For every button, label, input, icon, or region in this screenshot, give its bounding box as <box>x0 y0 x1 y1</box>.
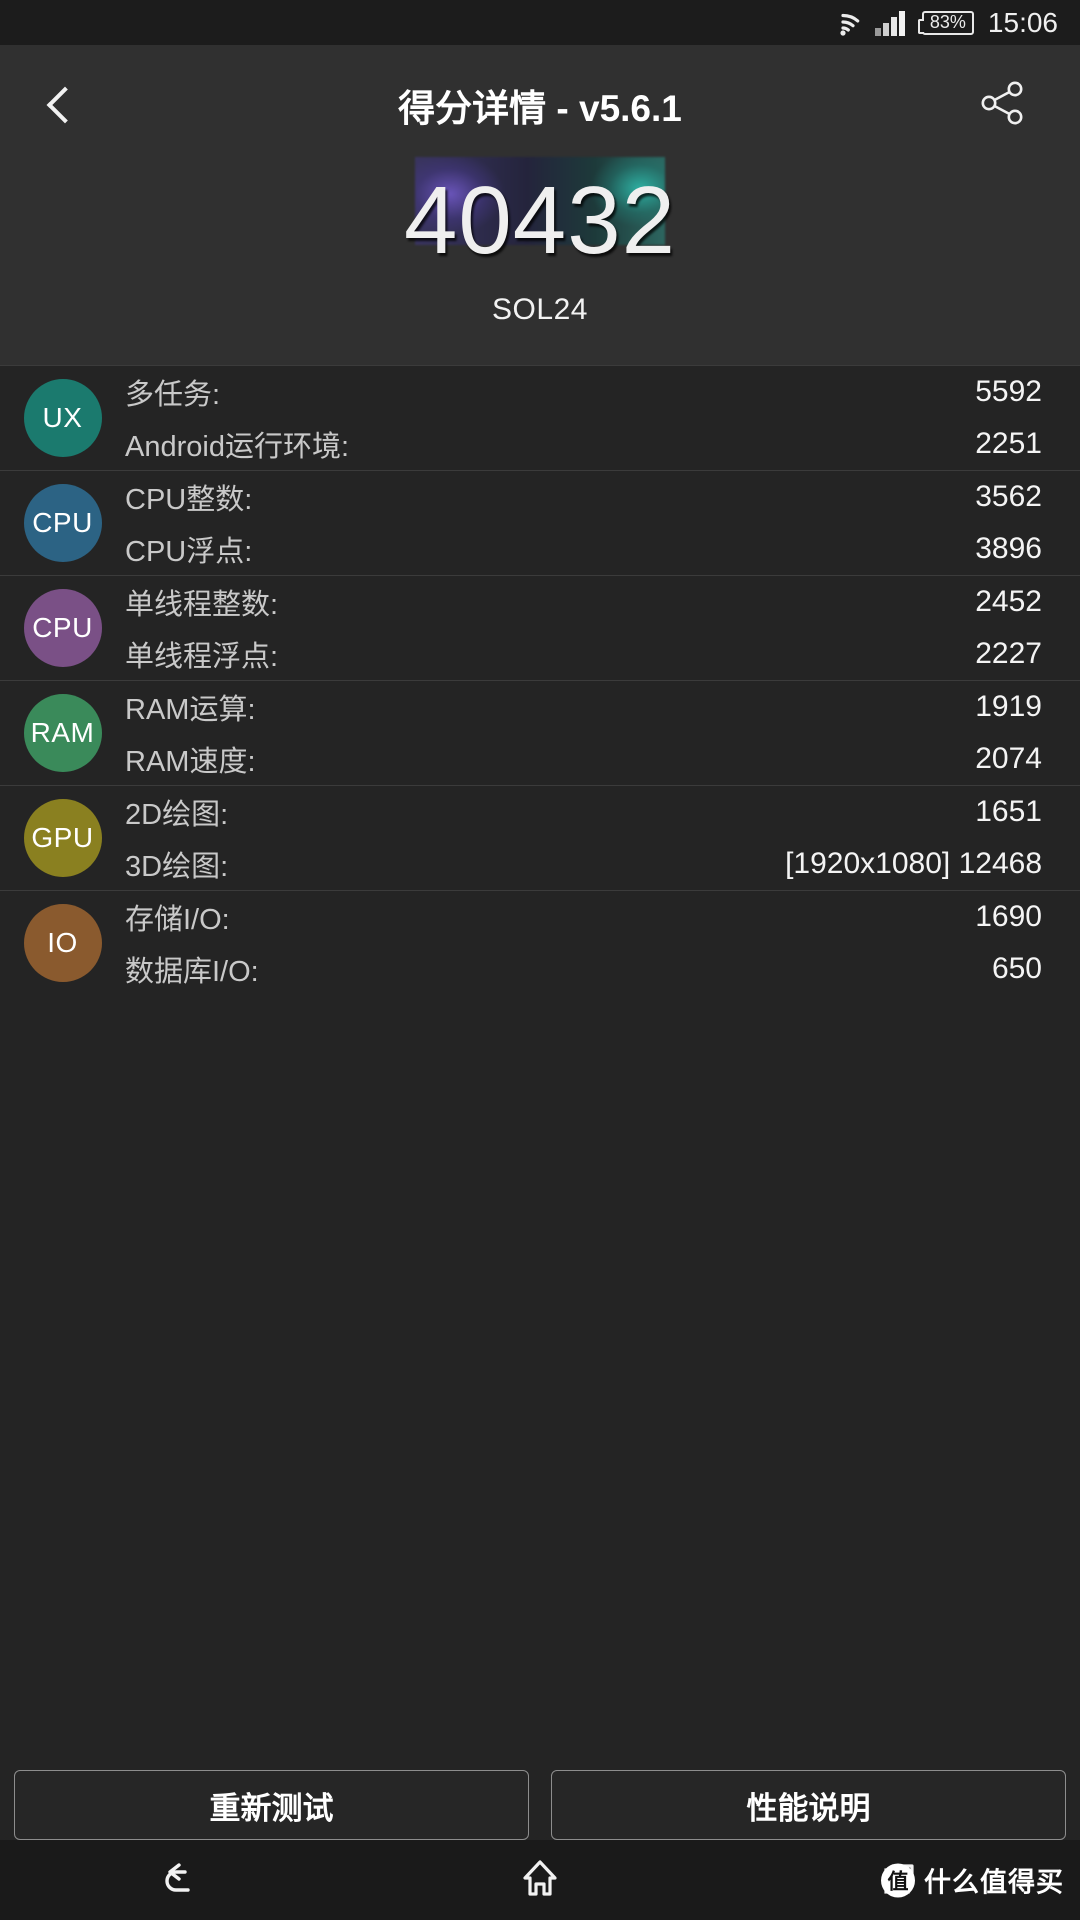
nav-back-button[interactable] <box>0 1856 360 1905</box>
score-row-value: 2452 <box>975 585 1042 618</box>
title-bar: 得分详情 - v5.6.1 <box>0 45 1080 165</box>
score-display: 40432 <box>0 157 1080 277</box>
score-rows: RAM运算: 1919 RAM速度: 2074 <box>125 681 1080 785</box>
score-row-value: 5592 <box>975 375 1042 408</box>
nav-home-icon <box>518 1856 562 1905</box>
score-row-label: 单线程浮点: <box>125 641 279 673</box>
badge-cell: UX <box>0 379 125 457</box>
score-hero: 40432 SOL24 <box>0 157 1080 365</box>
score-row-label: 存储I/O: <box>125 904 230 936</box>
page-title: 得分详情 - v5.6.1 <box>398 88 682 129</box>
score-row-label: CPU整数: <box>125 484 253 516</box>
score-row: RAM运算: 1919 <box>125 681 1042 733</box>
score-row: 3D绘图: [1920x1080] 12468 <box>125 838 1042 890</box>
score-row-value: 3896 <box>975 532 1042 565</box>
score-row-label: 2D绘图: <box>125 799 229 831</box>
score-group-list: UX 多任务: 5592 Android运行环境: 2251 CPU CPU整数: 3562 C… <box>0 365 1080 995</box>
score-row-label: RAM运算: <box>125 694 256 726</box>
badge-cell: CPU <box>0 484 125 562</box>
score-row-value: 1690 <box>975 900 1042 933</box>
back-button[interactable] <box>0 45 120 165</box>
score-rows: 单线程整数: 2452 单线程浮点: 2227 <box>125 576 1080 680</box>
category-badge-icon: CPU <box>23 589 102 667</box>
score-row-value: 2074 <box>975 742 1042 775</box>
watermark-logo-icon: 值 <box>881 1863 915 1897</box>
score-row: 单线程整数: 2452 <box>125 576 1042 628</box>
badge-cell: CPU <box>0 589 125 667</box>
status-clock: 15:06 <box>987 6 1058 38</box>
category-badge-icon: GPU <box>23 799 102 877</box>
score-rows: CPU整数: 3562 CPU浮点: 3896 <box>125 471 1080 575</box>
app-screen: 83% 15:06 得分详情 - v5.6.1 40432 SOL24 UX 多… <box>0 0 1080 1920</box>
score-row-label: RAM速度: <box>125 746 256 778</box>
score-row: 单线程浮点: 2227 <box>125 628 1042 680</box>
score-row-label: Android运行环境: <box>125 431 350 463</box>
score-group: CPU 单线程整数: 2452 单线程浮点: 2227 <box>0 575 1080 680</box>
category-badge-icon: RAM <box>23 694 102 772</box>
score-row-label: 3D绘图: <box>125 851 229 883</box>
badge-cell: RAM <box>0 694 125 772</box>
badge-cell: IO <box>0 904 125 982</box>
site-watermark: 值 什么值得买 <box>881 1861 1064 1900</box>
total-score: 40432 <box>404 167 676 274</box>
score-row-value: 2227 <box>975 637 1042 670</box>
badge-cell: GPU <box>0 799 125 877</box>
category-badge-icon: CPU <box>23 484 102 562</box>
score-row-value: 1651 <box>975 795 1042 828</box>
score-row: CPU浮点: 3896 <box>125 523 1042 575</box>
share-button[interactable] <box>948 45 1058 165</box>
performance-info-button[interactable]: 性能说明 <box>551 1770 1066 1840</box>
retest-button[interactable]: 重新测试 <box>14 1770 529 1840</box>
wifi-icon <box>826 10 860 36</box>
score-row-value: 650 <box>991 952 1042 985</box>
cellular-signal-icon <box>874 10 908 36</box>
score-row-label: CPU浮点: <box>125 536 253 568</box>
score-row-value: [1920x1080] 12468 <box>785 847 1042 880</box>
score-row-value: 2251 <box>975 427 1042 460</box>
status-bar: 83% 15:06 <box>0 0 1080 45</box>
footer-actions: 重新测试 性能说明 <box>0 1770 1080 1840</box>
score-row: CPU整数: 3562 <box>125 471 1042 523</box>
score-rows: 2D绘图: 1651 3D绘图: [1920x1080] 12468 <box>125 786 1080 890</box>
device-model-label: SOL24 <box>492 293 588 326</box>
nav-back-icon <box>158 1856 202 1905</box>
score-rows: 多任务: 5592 Android运行环境: 2251 <box>125 366 1080 470</box>
score-rows: 存储I/O: 1690 数据库I/O: 650 <box>125 891 1080 995</box>
score-row: Android运行环境: 2251 <box>125 418 1042 470</box>
score-group: CPU CPU整数: 3562 CPU浮点: 3896 <box>0 470 1080 575</box>
score-row: 2D绘图: 1651 <box>125 786 1042 838</box>
watermark-text: 什么值得买 <box>924 1867 1064 1898</box>
back-chevron-icon <box>46 86 84 124</box>
category-badge-icon: UX <box>23 379 102 457</box>
score-row: 存储I/O: 1690 <box>125 891 1042 943</box>
score-row-label: 数据库I/O: <box>125 956 259 988</box>
nav-home-button[interactable] <box>360 1856 720 1905</box>
battery-indicator: 83% <box>917 10 974 35</box>
score-row-value: 3562 <box>975 480 1042 513</box>
score-row: RAM速度: 2074 <box>125 733 1042 785</box>
score-row-value: 1919 <box>975 690 1042 723</box>
system-nav-bar: 值 什么值得买 <box>0 1840 1080 1920</box>
score-group: RAM RAM运算: 1919 RAM速度: 2074 <box>0 680 1080 785</box>
category-badge-icon: IO <box>23 904 102 982</box>
score-group: IO 存储I/O: 1690 数据库I/O: 650 <box>0 890 1080 995</box>
battery-percent-label: 83% <box>929 12 966 32</box>
score-group: GPU 2D绘图: 1651 3D绘图: [1920x1080] 12468 <box>0 785 1080 890</box>
score-group: UX 多任务: 5592 Android运行环境: 2251 <box>0 365 1080 470</box>
score-row: 数据库I/O: 650 <box>125 943 1042 995</box>
score-row-label: 多任务: <box>125 379 221 411</box>
score-row: 多任务: 5592 <box>125 366 1042 418</box>
score-row-label: 单线程整数: <box>125 589 279 621</box>
share-icon <box>978 78 1028 133</box>
